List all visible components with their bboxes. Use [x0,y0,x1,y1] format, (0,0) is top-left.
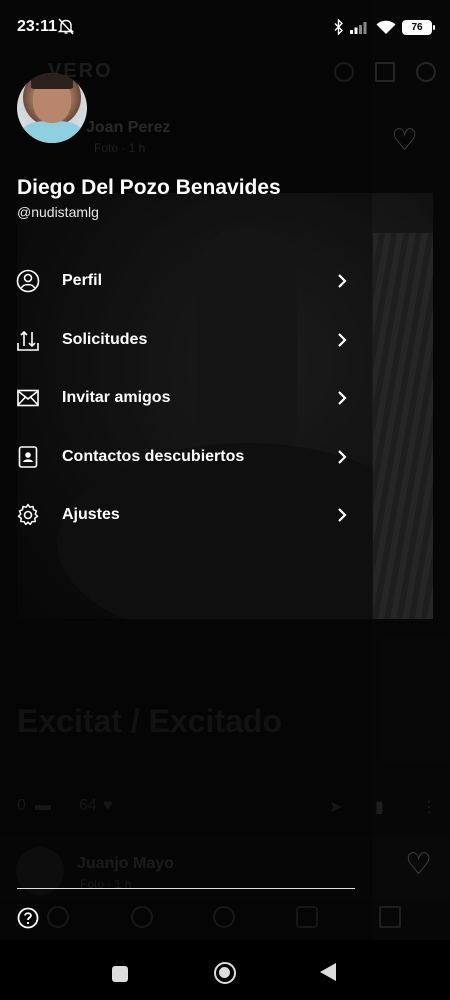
chevron-right-icon [338,449,347,464]
contact-card-icon [18,445,38,468]
menu-item-discovered-contacts[interactable]: Contactos descubiertos [0,428,372,487]
battery-indicator: 76 [402,19,435,35]
menu-label: Invitar amigos [62,389,171,407]
chevron-right-icon [338,391,347,406]
menu-item-requests[interactable]: Solicitudes [0,311,372,370]
back-button[interactable] [320,963,336,981]
status-bar: 23:11 76 [0,0,450,50]
user-avatar[interactable] [17,73,87,143]
menu-label: Perfil [62,272,103,290]
menu-item-profile[interactable]: Perfil [0,252,372,311]
status-icons: 76 [334,17,435,37]
chevron-right-icon [338,332,347,347]
chevron-right-icon [338,508,347,523]
help-icon[interactable] [17,907,39,929]
drawer-menu: Perfil Solicitudes Invitar amigos Contac… [0,252,372,545]
drawer-divider [17,888,355,889]
menu-label: Contactos descubiertos [62,447,245,465]
menu-item-settings[interactable]: Ajustes [0,486,372,545]
menu-label: Solicitudes [62,330,148,348]
gear-icon [17,504,39,526]
home-button[interactable] [214,962,236,984]
user-handle: @nudistamlg [17,204,99,220]
profile-icon [16,269,40,293]
wifi-icon [376,20,396,34]
navigation-drawer: Diego Del Pozo Benavides @nudistamlg Per… [0,0,372,940]
requests-icon [17,330,39,351]
recent-apps-button[interactable] [112,966,128,982]
menu-item-invite-friends[interactable]: Invitar amigos [0,369,372,428]
chevron-right-icon [338,274,347,289]
menu-label: Ajustes [62,506,120,524]
clock: 23:11 [17,18,58,35]
user-name: Diego Del Pozo Benavides [17,176,281,199]
signal-icon [350,22,367,34]
bluetooth-icon [334,19,343,35]
envelope-icon [17,389,39,407]
muted-bell-icon [58,18,74,35]
